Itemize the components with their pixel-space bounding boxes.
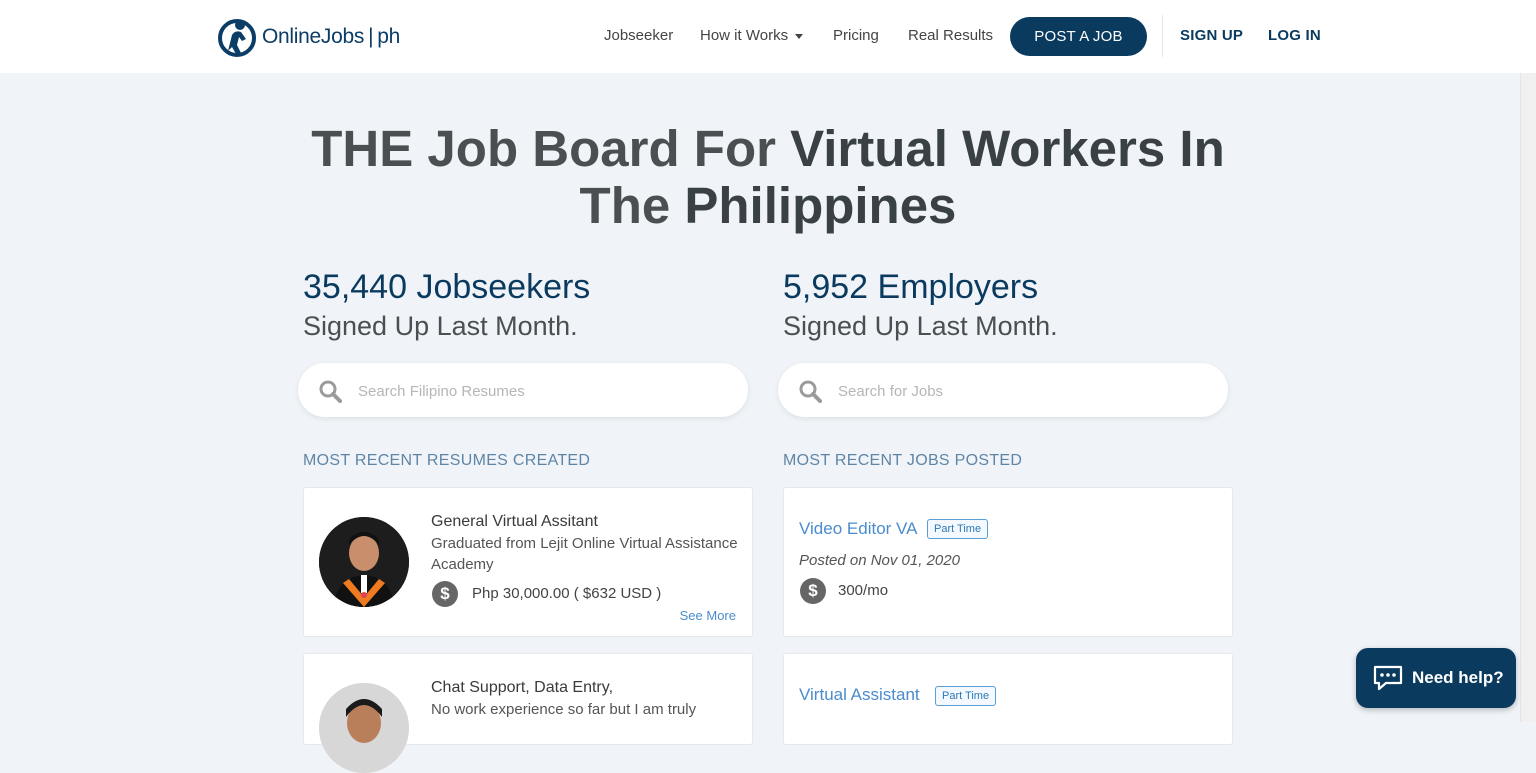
- job-title[interactable]: Video Editor VA: [799, 519, 917, 539]
- recent-resumes-heading: MOST RECENT RESUMES CREATED: [303, 452, 591, 469]
- nav-real-results[interactable]: Real Results: [908, 27, 993, 44]
- dollar-icon: $: [800, 578, 826, 604]
- nav-how-it-works[interactable]: How it Works: [700, 27, 804, 44]
- search-icon: [319, 380, 342, 403]
- header-divider: [1162, 15, 1163, 57]
- job-title[interactable]: Virtual Assistant: [799, 685, 920, 705]
- job-posted-date: Posted on Nov 01, 2020: [799, 552, 960, 569]
- avatar: [319, 683, 409, 773]
- logo-wordmark: OnlineJobs | ph: [262, 25, 400, 48]
- resume-title[interactable]: General Virtual Assitant: [431, 513, 598, 531]
- chevron-down-icon: [795, 33, 804, 39]
- site-logo[interactable]: OnlineJobs | ph: [218, 17, 400, 57]
- jobseekers-count: 35,440 Jobseekers: [303, 268, 591, 306]
- resume-search-box: [298, 363, 748, 417]
- resume-title[interactable]: Chat Support, Data Entry,: [431, 679, 613, 697]
- post-job-button[interactable]: POST A JOB: [1010, 17, 1147, 56]
- see-more-link[interactable]: See More: [680, 608, 736, 623]
- employers-count: 5,952 Employers: [783, 268, 1039, 306]
- jobseekers-subtitle: Signed Up Last Month.: [303, 311, 578, 341]
- resume-salary: Php 30,000.00 ( $632 USD ): [472, 585, 662, 602]
- log-in-link[interactable]: LOG IN: [1268, 27, 1321, 44]
- sign-up-link[interactable]: SIGN UP: [1180, 27, 1243, 44]
- chat-icon: [1373, 665, 1403, 691]
- logo-person-icon: [218, 19, 256, 57]
- job-type-badge: Part Time: [935, 686, 997, 706]
- recent-jobs-heading: MOST RECENT JOBS POSTED: [783, 452, 1023, 469]
- job-type-badge: Part Time: [927, 519, 989, 539]
- nav-jobseeker[interactable]: Jobseeker: [604, 27, 673, 44]
- job-card[interactable]: Virtual Assistant Part Time: [783, 653, 1233, 745]
- hero-title: THE Job Board For Virtual Workers In The…: [311, 120, 1225, 234]
- resume-description: No work experience so far but I am truly: [431, 701, 697, 718]
- job-card[interactable]: Video Editor VA Part Time Posted on Nov …: [783, 487, 1233, 637]
- job-rate: 300/mo: [838, 582, 889, 599]
- need-help-label: Need help?: [1412, 668, 1504, 687]
- need-help-button[interactable]: Need help?: [1356, 648, 1516, 708]
- job-search-input[interactable]: [836, 377, 1200, 405]
- avatar: [319, 517, 409, 607]
- resume-search-input[interactable]: [356, 377, 720, 405]
- dollar-icon: $: [432, 581, 458, 607]
- site-header: OnlineJobs | ph Jobseeker How it Works Pri…: [0, 0, 1536, 73]
- search-icon: [799, 380, 822, 403]
- resume-description: Graduated from Lejit Online Virtual Assi…: [431, 535, 738, 573]
- job-search-box: [778, 363, 1228, 417]
- nav-pricing[interactable]: Pricing: [833, 27, 879, 44]
- resume-card[interactable]: Chat Support, Data Entry, No work experi…: [303, 653, 753, 773]
- employers-subtitle: Signed Up Last Month.: [783, 311, 1058, 341]
- resume-card[interactable]: General Virtual Assitant Graduated from …: [303, 487, 753, 637]
